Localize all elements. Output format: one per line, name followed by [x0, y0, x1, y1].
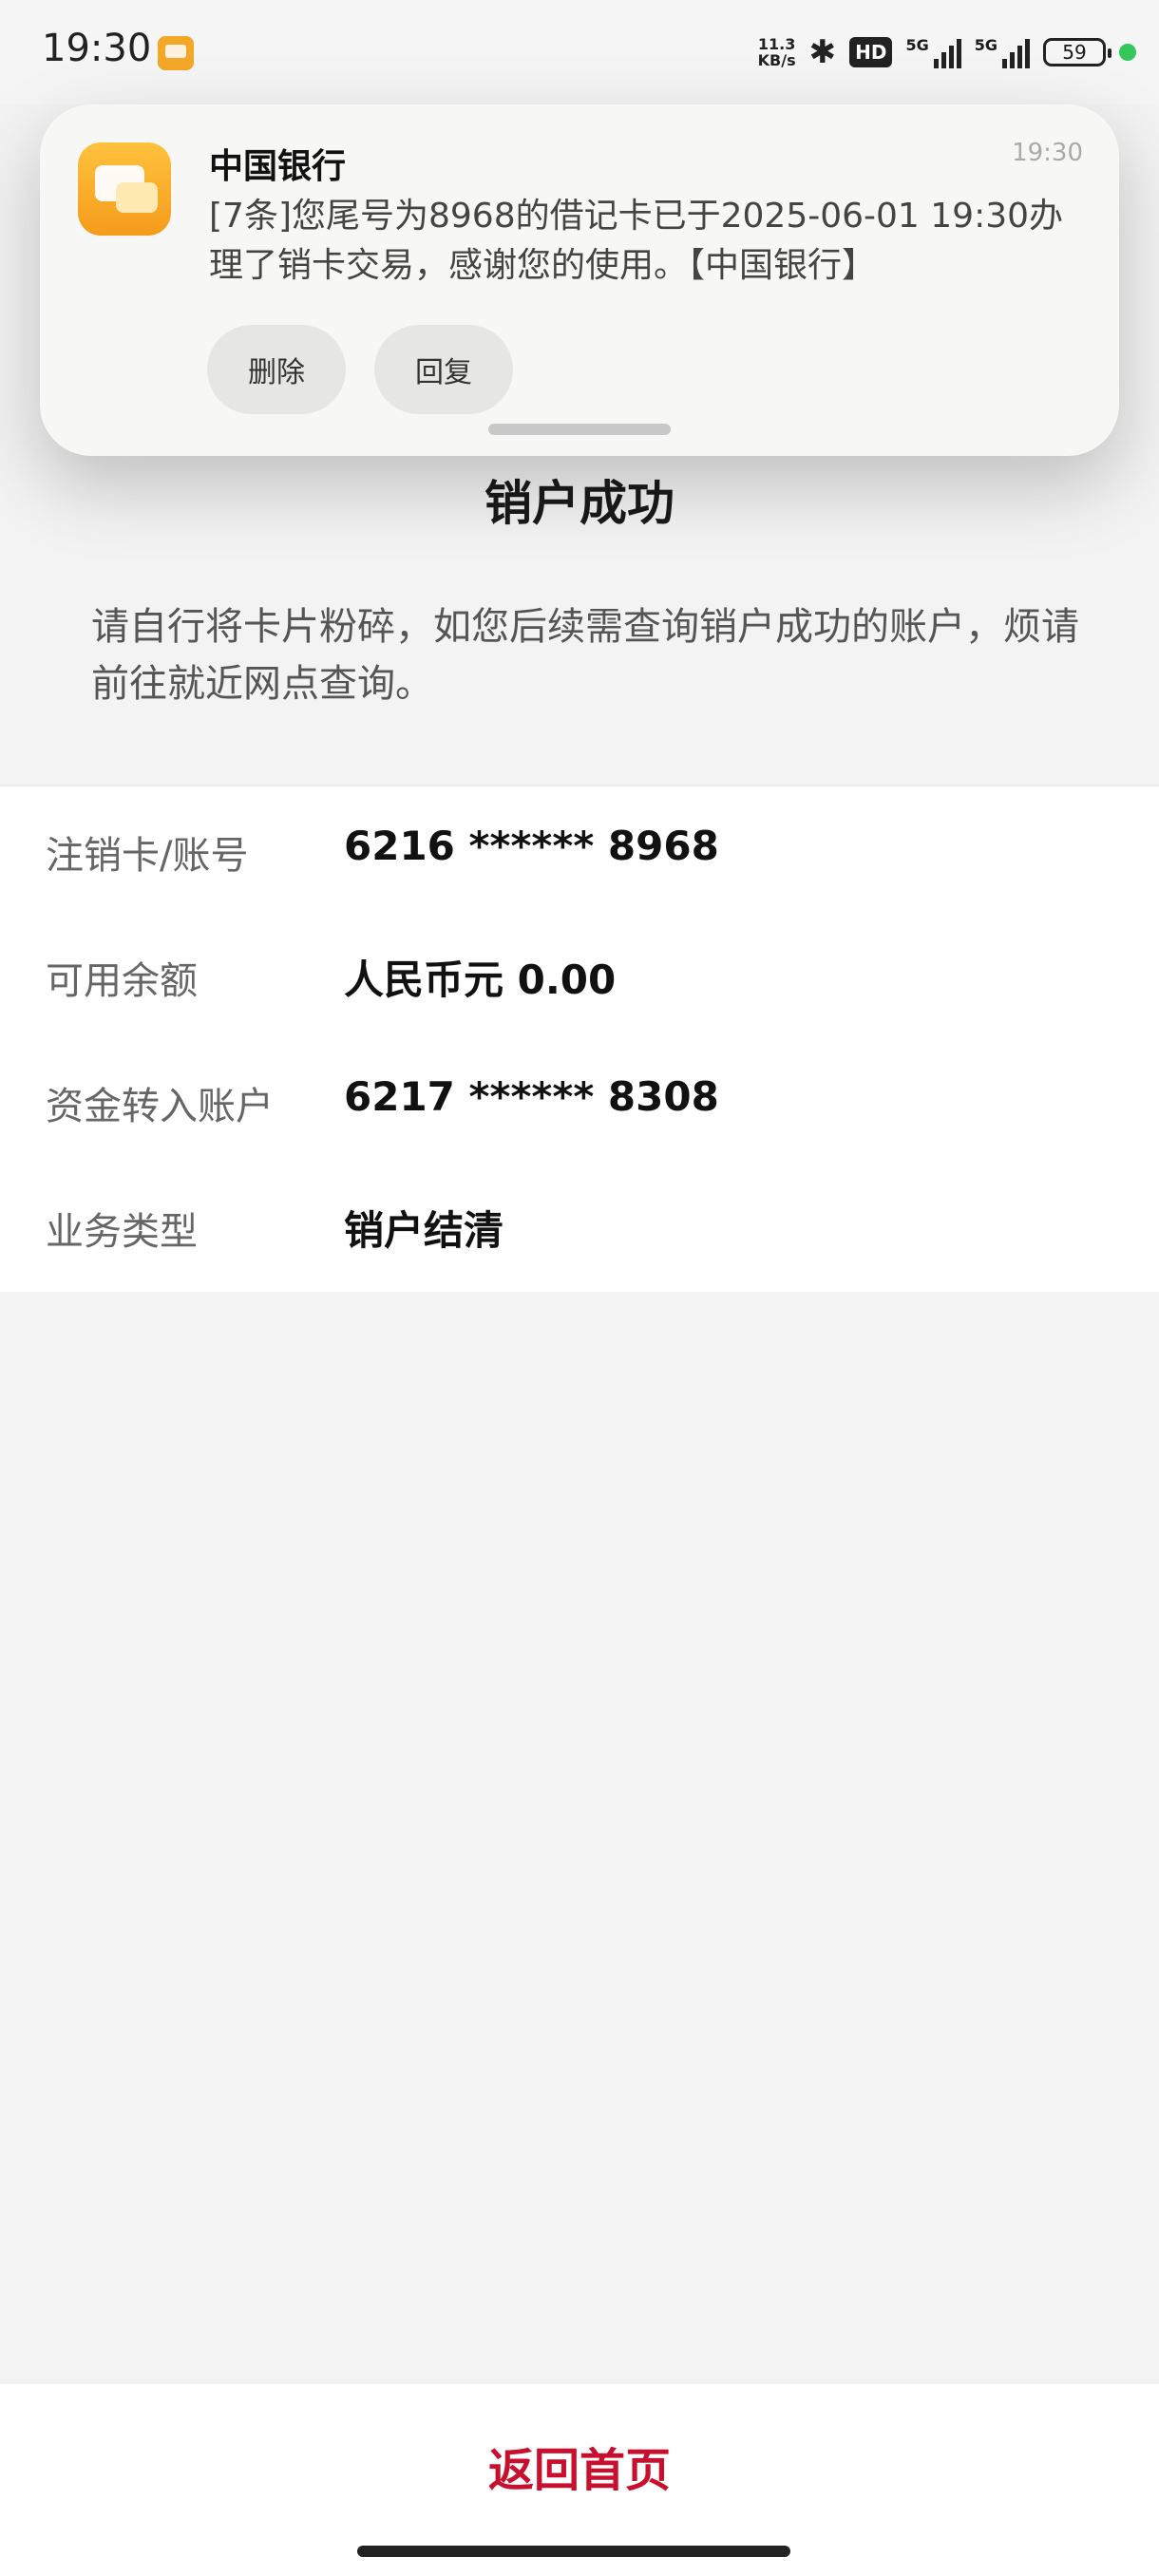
charging-dot-icon	[1119, 44, 1136, 61]
detail-row: 业务类型 销户结清	[0, 1163, 1159, 1288]
detail-row: 资金转入账户 6217 ****** 8308	[0, 1037, 1159, 1163]
bluetooth-icon: ✱	[808, 33, 837, 71]
hd-voice-icon: HD	[849, 37, 893, 67]
notification-time: 19:30	[1012, 139, 1083, 167]
signal-icon-2: 5G	[975, 36, 1030, 68]
detail-row: 可用余额 人民币元 0.00	[0, 912, 1159, 1037]
detail-label: 注销卡/账号	[46, 834, 249, 878]
detail-label: 资金转入账户	[46, 1085, 274, 1128]
signal-icon: 5G	[905, 36, 961, 68]
status-time: 19:30	[42, 27, 152, 70]
notification-title: 中国银行	[209, 147, 347, 186]
battery-icon: 59	[1043, 38, 1112, 66]
message-icon	[78, 142, 171, 236]
sms-notification[interactable]: 中国银行 19:30 [7条]您尾号为8968的借记卡已于2025-06-01 …	[40, 104, 1119, 456]
detail-label: 业务类型	[46, 1210, 198, 1254]
message-notification-icon	[158, 36, 194, 70]
detail-label: 可用余额	[46, 959, 198, 1003]
status-bar: 19:30 11.3 KB/s ✱ HD 5G 5G 59	[0, 0, 1159, 104]
intro-text: 请自行将卡片粉碎，如您后续需查询销户成功的账户，烦请前往就近网点查询。	[91, 605, 1079, 706]
notification-body: [7条]您尾号为8968的借记卡已于2025-06-01 19:30办理了销卡交…	[209, 197, 1064, 285]
detail-value: 销户结清	[344, 1207, 504, 1254]
detail-value: 人民币元 0.00	[344, 957, 617, 1003]
intro-section: 请自行将卡片粉碎，如您后续需查询销户成功的账户，烦请前往就近网点查询。	[0, 560, 1159, 785]
return-home-button[interactable]: 返回首页	[0, 2432, 1159, 2500]
gesture-navigation-bar[interactable]	[357, 2546, 790, 2557]
detail-row: 注销卡/账号 6216 ****** 8968	[0, 786, 1159, 912]
status-icons: 11.3 KB/s ✱ HD 5G 5G 59	[758, 28, 1136, 76]
network-speed: 11.3 KB/s	[757, 35, 796, 69]
detail-value: 6217 ****** 8308	[344, 1073, 719, 1120]
page-title: 销户成功	[484, 476, 674, 531]
notification-drag-handle[interactable]	[488, 424, 671, 435]
delete-button[interactable]: 删除	[207, 325, 346, 414]
reply-button[interactable]: 回复	[374, 325, 513, 414]
details-panel: 注销卡/账号 6216 ****** 8968 可用余额 人民币元 0.00 资…	[0, 785, 1159, 1292]
detail-value: 6216 ****** 8968	[344, 823, 719, 869]
